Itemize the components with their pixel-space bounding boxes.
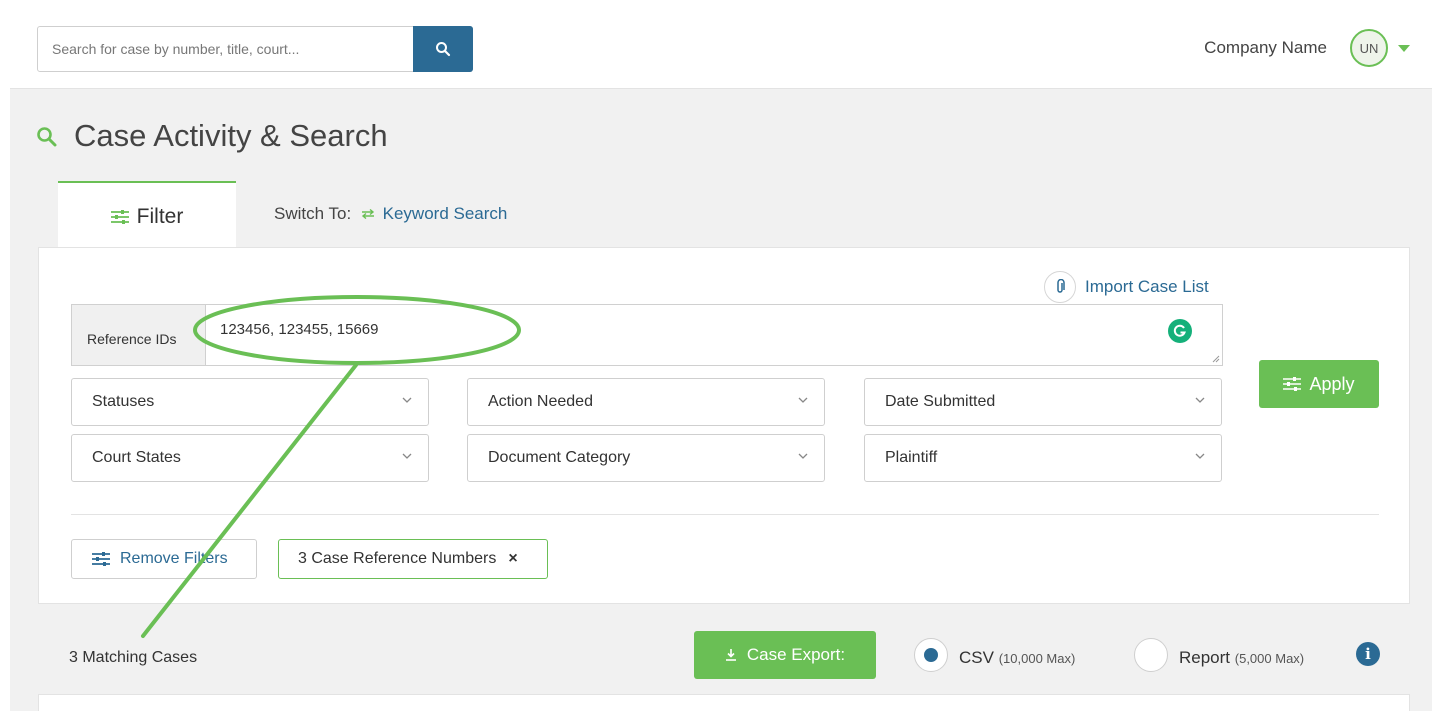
search-button[interactable] — [413, 26, 473, 72]
plaintiff-dropdown[interactable]: Plaintiff — [864, 434, 1222, 482]
action-needed-dropdown[interactable]: Action Needed — [467, 378, 825, 426]
close-icon[interactable]: × — [508, 550, 517, 568]
filter-icon — [110, 210, 129, 224]
chevron-down-icon — [798, 397, 808, 403]
company-name: Company Name — [1204, 38, 1327, 57]
chip-label: 3 Case Reference Numbers — [298, 550, 497, 567]
case-export-label: Case Export: — [746, 645, 846, 664]
date-submitted-label: Date Submitted — [885, 393, 996, 410]
statuses-label: Statuses — [92, 393, 155, 410]
report-label-text: Report — [1179, 648, 1231, 667]
filter-icon — [1283, 377, 1302, 391]
csv-label-text: CSV — [959, 648, 994, 667]
chevron-down-icon — [798, 453, 808, 459]
filter-icon — [92, 552, 110, 566]
global-search — [37, 26, 473, 72]
info-icon[interactable]: i — [1356, 642, 1380, 666]
remove-filters-button[interactable]: Remove Filters — [71, 539, 257, 579]
results-list — [38, 694, 1410, 711]
reference-ids-field[interactable]: Reference IDs 123456, 123455, 15669 — [71, 304, 1223, 366]
statuses-dropdown[interactable]: Statuses — [71, 378, 429, 426]
reference-ids-label: Reference IDs — [72, 305, 206, 365]
chevron-down-icon — [402, 397, 412, 403]
remove-filters-label: Remove Filters — [120, 550, 228, 567]
app-frame: Company Name UN Case Activity & Search F… — [10, 10, 1432, 711]
report-radio[interactable] — [1134, 638, 1168, 672]
switch-to: Switch To: Keyword Search — [274, 204, 507, 224]
switch-to-prefix: Switch To: — [274, 204, 352, 223]
tab-filter-label: Filter — [136, 205, 184, 228]
divider — [71, 514, 1379, 515]
report-max: (5,000 Max) — [1234, 651, 1305, 666]
search-input[interactable] — [38, 27, 414, 71]
filter-panel: Import Case List Reference IDs 123456, 1… — [38, 247, 1410, 604]
csv-max: (10,000 Max) — [998, 651, 1076, 666]
download-icon — [725, 649, 736, 661]
court-states-dropdown[interactable]: Court States — [71, 434, 429, 482]
apply-label: Apply — [1309, 373, 1355, 394]
court-states-label: Court States — [92, 449, 181, 466]
csv-radio[interactable] — [914, 638, 948, 672]
swap-arrows-icon — [361, 208, 374, 220]
case-export-button[interactable]: Case Export: — [694, 631, 876, 679]
search-icon — [436, 42, 451, 57]
search-icon — [37, 127, 57, 147]
matching-cases-count: 3 Matching Cases — [69, 649, 198, 666]
resize-grip-icon[interactable] — [1212, 355, 1220, 363]
report-label: Report (5,000 Max) — [1179, 648, 1304, 668]
apply-button[interactable]: Apply — [1259, 360, 1379, 408]
avatar[interactable]: UN — [1350, 29, 1388, 67]
tab-filter[interactable]: Filter — [58, 181, 236, 251]
date-submitted-dropdown[interactable]: Date Submitted — [864, 378, 1222, 426]
paperclip-icon[interactable] — [1044, 271, 1076, 303]
reference-ids-value[interactable]: 123456, 123455, 15669 — [220, 321, 379, 338]
active-filter-chip: 3 Case Reference Numbers × — [278, 539, 548, 579]
plaintiff-label: Plaintiff — [885, 449, 938, 466]
action-needed-label: Action Needed — [488, 393, 593, 410]
import-case-list-link[interactable]: Import Case List — [1085, 277, 1209, 297]
chevron-down-icon[interactable] — [1398, 45, 1410, 52]
grammarly-icon[interactable] — [1168, 319, 1192, 343]
top-bar: Company Name UN — [10, 10, 1432, 89]
chevron-down-icon — [1195, 453, 1205, 459]
csv-label: CSV (10,000 Max) — [959, 648, 1075, 668]
page-title: Case Activity & Search — [74, 118, 388, 153]
chevron-down-icon — [402, 453, 412, 459]
keyword-search-link[interactable]: Keyword Search — [383, 204, 508, 223]
document-category-label: Document Category — [488, 449, 631, 466]
document-category-dropdown[interactable]: Document Category — [467, 434, 825, 482]
chevron-down-icon — [1195, 397, 1205, 403]
